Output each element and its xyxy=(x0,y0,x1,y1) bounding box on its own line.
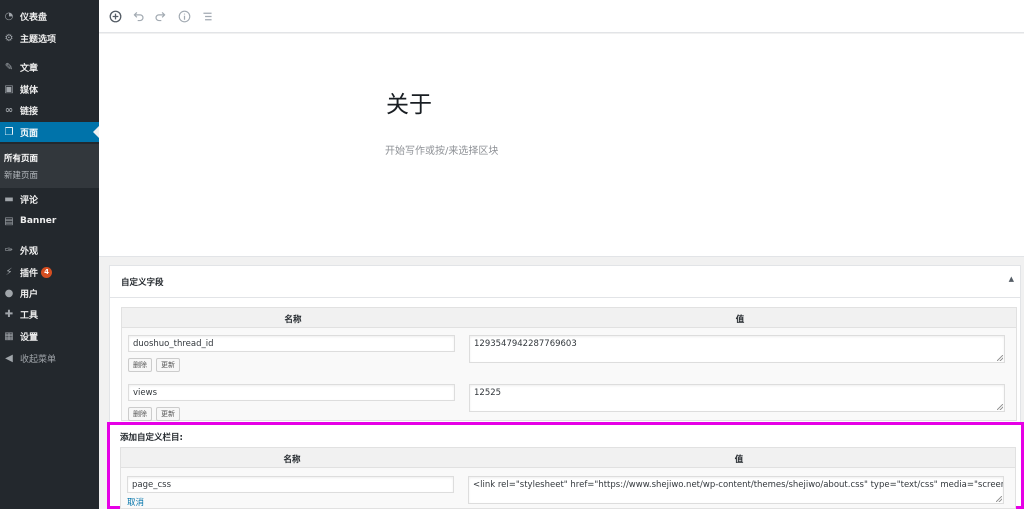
menu-posts[interactable]: ✎ 文章 xyxy=(0,57,99,77)
dashboard-icon: ◔ xyxy=(4,10,14,22)
menu-media[interactable]: ▣ 媒体 xyxy=(0,79,99,99)
admin-sidebar: ◔ 仪表盘 ⚙ 主题选项 ✎ 文章 ▣ 媒体 ∞ 链接 ❐ 页面 所有页面 新建… xyxy=(0,0,99,509)
delete-button[interactable]: 删除 xyxy=(128,407,152,421)
update-button[interactable]: 更新 xyxy=(156,407,180,421)
field-name-input[interactable]: duoshuo_thread_id xyxy=(128,335,455,352)
cancel-link[interactable]: 取消 xyxy=(127,496,144,508)
menu-settings[interactable]: ▦ 设置 xyxy=(0,326,99,346)
field-name-input[interactable]: views xyxy=(128,384,455,401)
menu-theme-options[interactable]: ⚙ 主题选项 xyxy=(0,28,99,48)
pages-submenu: 所有页面 新建页面 xyxy=(0,144,99,188)
outline-button[interactable] xyxy=(199,8,215,24)
menu-label: 主题选项 xyxy=(20,34,57,45)
info-button[interactable] xyxy=(176,8,192,24)
add-custom-field-section: 添加自定义栏目: 名称 值 page_css 取消 <link rel="sty… xyxy=(107,422,1024,509)
redo-icon xyxy=(154,11,165,21)
add-custom-field-title: 添加自定义栏目: xyxy=(120,433,183,443)
new-field-name-input[interactable]: page_css xyxy=(127,476,454,493)
field-value-textarea[interactable]: 1293547942287769603 xyxy=(469,335,1005,363)
delete-button[interactable]: 删除 xyxy=(128,358,152,372)
menu-label: 收起菜单 xyxy=(20,354,57,365)
menu-links[interactable]: ∞ 链接 xyxy=(0,100,99,120)
info-icon xyxy=(178,10,190,22)
menu-label: 评论 xyxy=(20,195,39,206)
menu-label: 仪表盘 xyxy=(20,12,48,23)
undo-button[interactable] xyxy=(130,8,146,24)
gear-icon: ⚙ xyxy=(4,32,14,44)
divider xyxy=(110,297,1020,298)
metabox-title: 自定义字段 xyxy=(121,278,164,288)
appearance-icon: ✑ xyxy=(4,244,14,256)
menu-users[interactable]: ● 用户 xyxy=(0,283,99,303)
toggle-arrow-icon[interactable]: ▲ xyxy=(1009,275,1014,283)
menu-label: 链接 xyxy=(20,106,39,117)
menu-label: 设置 xyxy=(20,332,39,343)
menu-label: 工具 xyxy=(20,310,39,321)
column-header-name: 名称 xyxy=(283,455,301,465)
block-placeholder[interactable]: 开始写作或按/来选择区块 xyxy=(385,142,498,157)
submenu-new-page[interactable]: 新建页面 xyxy=(4,169,38,181)
menu-collapse[interactable]: ◀ 收起菜单 xyxy=(0,348,99,368)
menu-label: Banner xyxy=(20,216,57,226)
update-button[interactable]: 更新 xyxy=(156,358,180,372)
new-field-value-textarea[interactable]: <link rel="stylesheet" href="https://www… xyxy=(468,476,1004,504)
outline-icon xyxy=(202,12,212,20)
collapse-icon: ◀ xyxy=(5,352,13,364)
pages-icon: ❐ xyxy=(4,126,14,138)
custom-fields-table: 名称 值 duoshuo_thread_id 12935479422877696… xyxy=(121,307,1017,421)
column-header-value: 值 xyxy=(734,455,744,465)
link-icon: ∞ xyxy=(4,104,14,116)
update-count-badge: 4 xyxy=(41,266,53,278)
table-header: 名称 值 xyxy=(121,448,1015,468)
column-header-name: 名称 xyxy=(284,315,302,325)
media-icon: ▣ xyxy=(4,83,14,95)
menu-label: 外观 xyxy=(20,246,39,257)
table-header: 名称 值 xyxy=(122,308,1016,328)
add-block-button[interactable] xyxy=(107,8,123,24)
plugin-icon: ⚡ xyxy=(5,266,13,278)
menu-pages[interactable]: ❐ 页面 xyxy=(0,122,99,142)
redo-button[interactable] xyxy=(152,8,168,24)
editor-toolbar xyxy=(99,0,1024,33)
menu-appearance[interactable]: ✑ 外观 xyxy=(0,240,99,260)
menu-label: 用户 xyxy=(20,289,39,300)
menu-comments[interactable]: ▬ 评论 xyxy=(0,189,99,209)
field-value-textarea[interactable]: 12525 xyxy=(469,384,1005,412)
menu-dashboard[interactable]: ◔ 仪表盘 xyxy=(0,6,99,26)
add-block-icon xyxy=(109,10,121,22)
menu-label: 媒体 xyxy=(20,85,39,96)
add-custom-field-table: 名称 值 page_css 取消 <link rel="stylesheet" … xyxy=(120,447,1016,509)
submenu-all-pages[interactable]: 所有页面 xyxy=(4,152,38,164)
pin-icon: ✎ xyxy=(4,61,14,73)
settings-icon: ▦ xyxy=(4,330,14,342)
post-title[interactable]: 关于 xyxy=(386,85,432,119)
menu-label: 插件 xyxy=(20,268,39,279)
menu-tools[interactable]: ✚ 工具 xyxy=(0,304,99,324)
menu-label: 文章 xyxy=(20,63,39,74)
editor-canvas: 关于 开始写作或按/来选择区块 xyxy=(99,34,1024,256)
banner-icon: ▤ xyxy=(4,215,14,227)
comment-icon: ▬ xyxy=(4,193,14,205)
column-header-value: 值 xyxy=(735,315,745,325)
menu-plugins[interactable]: ⚡ 插件 4 xyxy=(0,262,99,282)
undo-icon xyxy=(133,11,144,21)
menu-banner[interactable]: ▤ Banner xyxy=(0,211,99,231)
tools-icon: ✚ xyxy=(4,308,14,320)
user-icon: ● xyxy=(4,287,14,299)
menu-label: 页面 xyxy=(20,128,39,139)
